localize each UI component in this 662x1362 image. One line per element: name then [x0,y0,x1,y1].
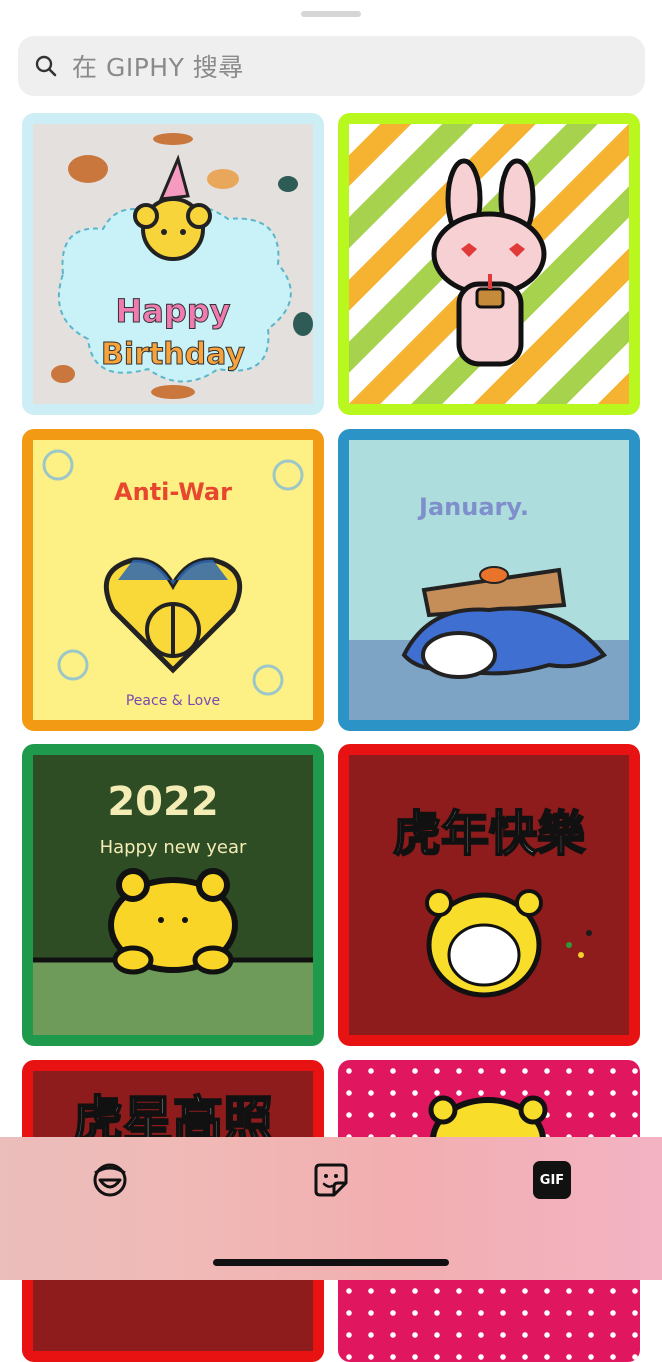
anti-war-art: Anti-War Peace & Love [42,449,304,709]
tiger-year-art: 虎年快樂 [392,805,592,998]
sticker-happy-birthday[interactable]: Happy Birthday [22,113,324,415]
sticker-january[interactable]: January. [338,429,640,731]
tiger-year-title: 虎年快樂 [393,806,586,862]
gif-tab[interactable]: GIF [532,1160,572,1200]
birthday-text: Birthday [101,337,245,372]
sticker-2022[interactable]: 2022 Happy new year [22,744,324,1046]
happy-birthday-art: Happy Birthday [51,133,313,399]
gif-icon: GIF [533,1161,571,1199]
year-text: 2022 [107,779,218,825]
sticker-bunny-cake[interactable] [338,113,640,415]
home-indicator[interactable] [213,1259,449,1266]
bunny-cake-art [431,158,547,367]
january-title: January. [417,493,529,521]
search-placeholder: 在 GIPHY 搜尋 [72,53,244,82]
sticker-tab[interactable] [311,1160,351,1200]
search-icon [35,55,57,77]
happy-text: Happy [115,292,230,330]
january-art: January. [349,493,629,720]
gif-label: GIF [539,1172,565,1188]
happy-new-year-text: Happy new year [100,837,247,858]
emoji-tab[interactable] [90,1160,130,1200]
sticker-icon [314,1163,348,1197]
sticker-anti-war[interactable]: Anti-War Peace & Love [22,429,324,731]
search-bar[interactable]: 在 GIPHY 搜尋 [18,36,645,96]
anti-war-title: Anti-War [114,478,232,506]
peace-love-caption: Peace & Love [126,693,220,709]
emoji-icon [93,1163,127,1197]
sticker-tiger-year[interactable]: 虎年快樂 [338,744,640,1046]
new-year-2022-art: 2022 Happy new year [33,779,313,1035]
sheet-drag-handle[interactable] [301,11,361,17]
